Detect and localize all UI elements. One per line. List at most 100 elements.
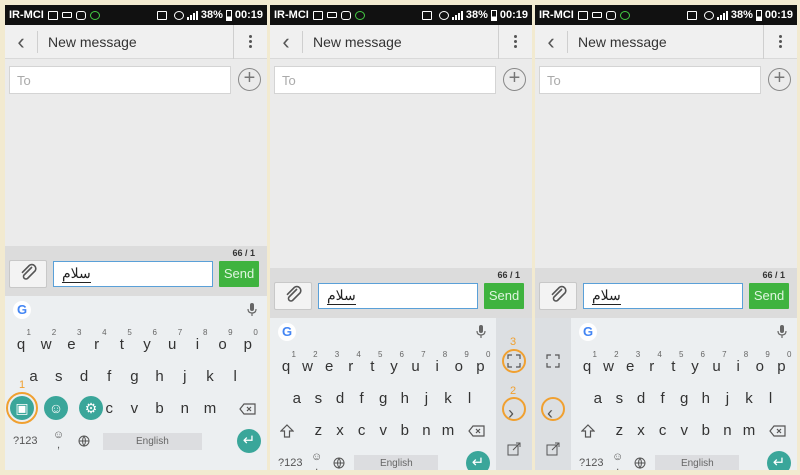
attach-button[interactable] xyxy=(274,282,312,310)
key-a[interactable]: a xyxy=(23,368,45,385)
key-v[interactable]: v xyxy=(123,400,145,417)
key-n[interactable]: n xyxy=(174,400,196,417)
key-l[interactable]: l xyxy=(224,368,246,385)
key-s[interactable]: s xyxy=(48,368,70,385)
key-i[interactable]: i8 xyxy=(426,350,448,375)
key-t[interactable]: t5 xyxy=(111,328,133,353)
key-h[interactable]: h xyxy=(394,390,416,407)
key-q[interactable]: q1 xyxy=(576,350,598,375)
enter-icon[interactable]: ↵ xyxy=(237,429,261,453)
key-w[interactable]: w2 xyxy=(297,350,319,375)
globe-icon[interactable] xyxy=(78,435,90,450)
key-f[interactable]: f xyxy=(351,390,373,407)
key-q[interactable]: q1 xyxy=(10,328,32,353)
key-z[interactable]: z xyxy=(307,422,329,439)
key-u[interactable]: u7 xyxy=(161,328,183,353)
key-n[interactable]: n xyxy=(415,422,437,439)
key-e[interactable]: e3 xyxy=(619,350,641,375)
add-recipient-button[interactable]: + xyxy=(768,68,791,91)
symbols-key[interactable]: ?123 xyxy=(278,457,302,469)
key-p[interactable]: p0 xyxy=(469,350,491,375)
emoji-comma-key[interactable]: ☺, xyxy=(53,430,64,451)
key-d[interactable]: d xyxy=(329,390,351,407)
key-y[interactable]: y6 xyxy=(136,328,158,353)
send-button[interactable]: Send xyxy=(219,261,259,287)
key-u[interactable]: u7 xyxy=(706,350,728,375)
key-r[interactable]: r4 xyxy=(641,350,663,375)
recipient-input[interactable]: To xyxy=(539,66,761,94)
key-g[interactable]: g xyxy=(123,368,145,385)
back-arrow-icon[interactable]: ‹ xyxy=(535,25,567,59)
key-r[interactable]: r4 xyxy=(86,328,108,353)
popout-icon[interactable] xyxy=(507,442,521,459)
key-x[interactable]: x xyxy=(630,422,652,439)
key-k[interactable]: k xyxy=(437,390,459,407)
globe-icon[interactable] xyxy=(333,457,345,470)
key-v[interactable]: v xyxy=(673,422,695,439)
send-button[interactable]: Send xyxy=(484,283,524,309)
shift-icon[interactable] xyxy=(279,424,295,441)
space-bar[interactable]: English xyxy=(103,433,202,450)
key-b[interactable]: b xyxy=(394,422,416,439)
key-o[interactable]: o9 xyxy=(212,328,234,353)
overflow-menu-icon[interactable] xyxy=(763,24,797,59)
emoji-button[interactable]: ☺ xyxy=(44,396,68,420)
key-g[interactable]: g xyxy=(372,390,394,407)
key-l[interactable]: l xyxy=(760,390,782,407)
message-input[interactable]: سلام xyxy=(53,261,213,287)
expand-icon[interactable] xyxy=(546,354,560,371)
attach-button[interactable] xyxy=(539,282,577,310)
key-h[interactable]: h xyxy=(695,390,717,407)
mic-icon[interactable] xyxy=(777,325,787,339)
symbols-key[interactable]: ?123 xyxy=(13,435,37,447)
key-c[interactable]: c xyxy=(652,422,674,439)
key-j[interactable]: j xyxy=(415,390,437,407)
key-y[interactable]: y6 xyxy=(684,350,706,375)
space-bar[interactable]: English xyxy=(655,455,740,470)
key-s[interactable]: s xyxy=(608,390,630,407)
key-d[interactable]: d xyxy=(630,390,652,407)
key-l[interactable]: l xyxy=(459,390,481,407)
key-m[interactable]: m xyxy=(738,422,760,439)
key-a[interactable]: a xyxy=(587,390,609,407)
key-f[interactable]: f xyxy=(98,368,120,385)
key-s[interactable]: s xyxy=(307,390,329,407)
key-k[interactable]: k xyxy=(199,368,221,385)
overflow-menu-icon[interactable] xyxy=(498,24,532,59)
key-t[interactable]: t5 xyxy=(361,350,383,375)
key-n[interactable]: n xyxy=(716,422,738,439)
key-p[interactable]: p0 xyxy=(770,350,792,375)
backspace-icon[interactable] xyxy=(468,425,486,440)
recipient-input[interactable]: To xyxy=(274,66,496,94)
key-r[interactable]: r4 xyxy=(340,350,362,375)
google-logo-icon[interactable]: G xyxy=(13,301,31,319)
key-g[interactable]: g xyxy=(673,390,695,407)
key-u[interactable]: u7 xyxy=(405,350,427,375)
google-logo-icon[interactable]: G xyxy=(278,323,296,341)
emoji-comma-key[interactable]: ☺, xyxy=(612,452,623,471)
mic-icon[interactable] xyxy=(476,325,486,339)
key-a[interactable]: a xyxy=(286,390,308,407)
message-input[interactable]: سلام xyxy=(318,283,478,309)
enter-icon[interactable]: ↵ xyxy=(767,451,791,470)
key-e[interactable]: e3 xyxy=(60,328,82,353)
key-w[interactable]: w2 xyxy=(598,350,620,375)
emoji-comma-key[interactable]: ☺, xyxy=(311,452,322,471)
backspace-icon[interactable] xyxy=(769,425,787,440)
key-e[interactable]: e3 xyxy=(318,350,340,375)
key-w[interactable]: w2 xyxy=(35,328,57,353)
back-arrow-icon[interactable]: ‹ xyxy=(5,25,37,59)
key-f[interactable]: f xyxy=(652,390,674,407)
add-recipient-button[interactable]: + xyxy=(503,68,526,91)
message-input[interactable]: سلام xyxy=(583,283,743,309)
key-m[interactable]: m xyxy=(437,422,459,439)
settings-button[interactable]: ⚙ xyxy=(79,396,103,420)
key-j[interactable]: j xyxy=(174,368,196,385)
key-k[interactable]: k xyxy=(738,390,760,407)
key-p[interactable]: p0 xyxy=(237,328,259,353)
key-c[interactable]: c xyxy=(351,422,373,439)
back-arrow-icon[interactable]: ‹ xyxy=(270,25,302,59)
key-i[interactable]: i8 xyxy=(727,350,749,375)
globe-icon[interactable] xyxy=(634,457,646,470)
backspace-icon[interactable] xyxy=(239,403,257,418)
